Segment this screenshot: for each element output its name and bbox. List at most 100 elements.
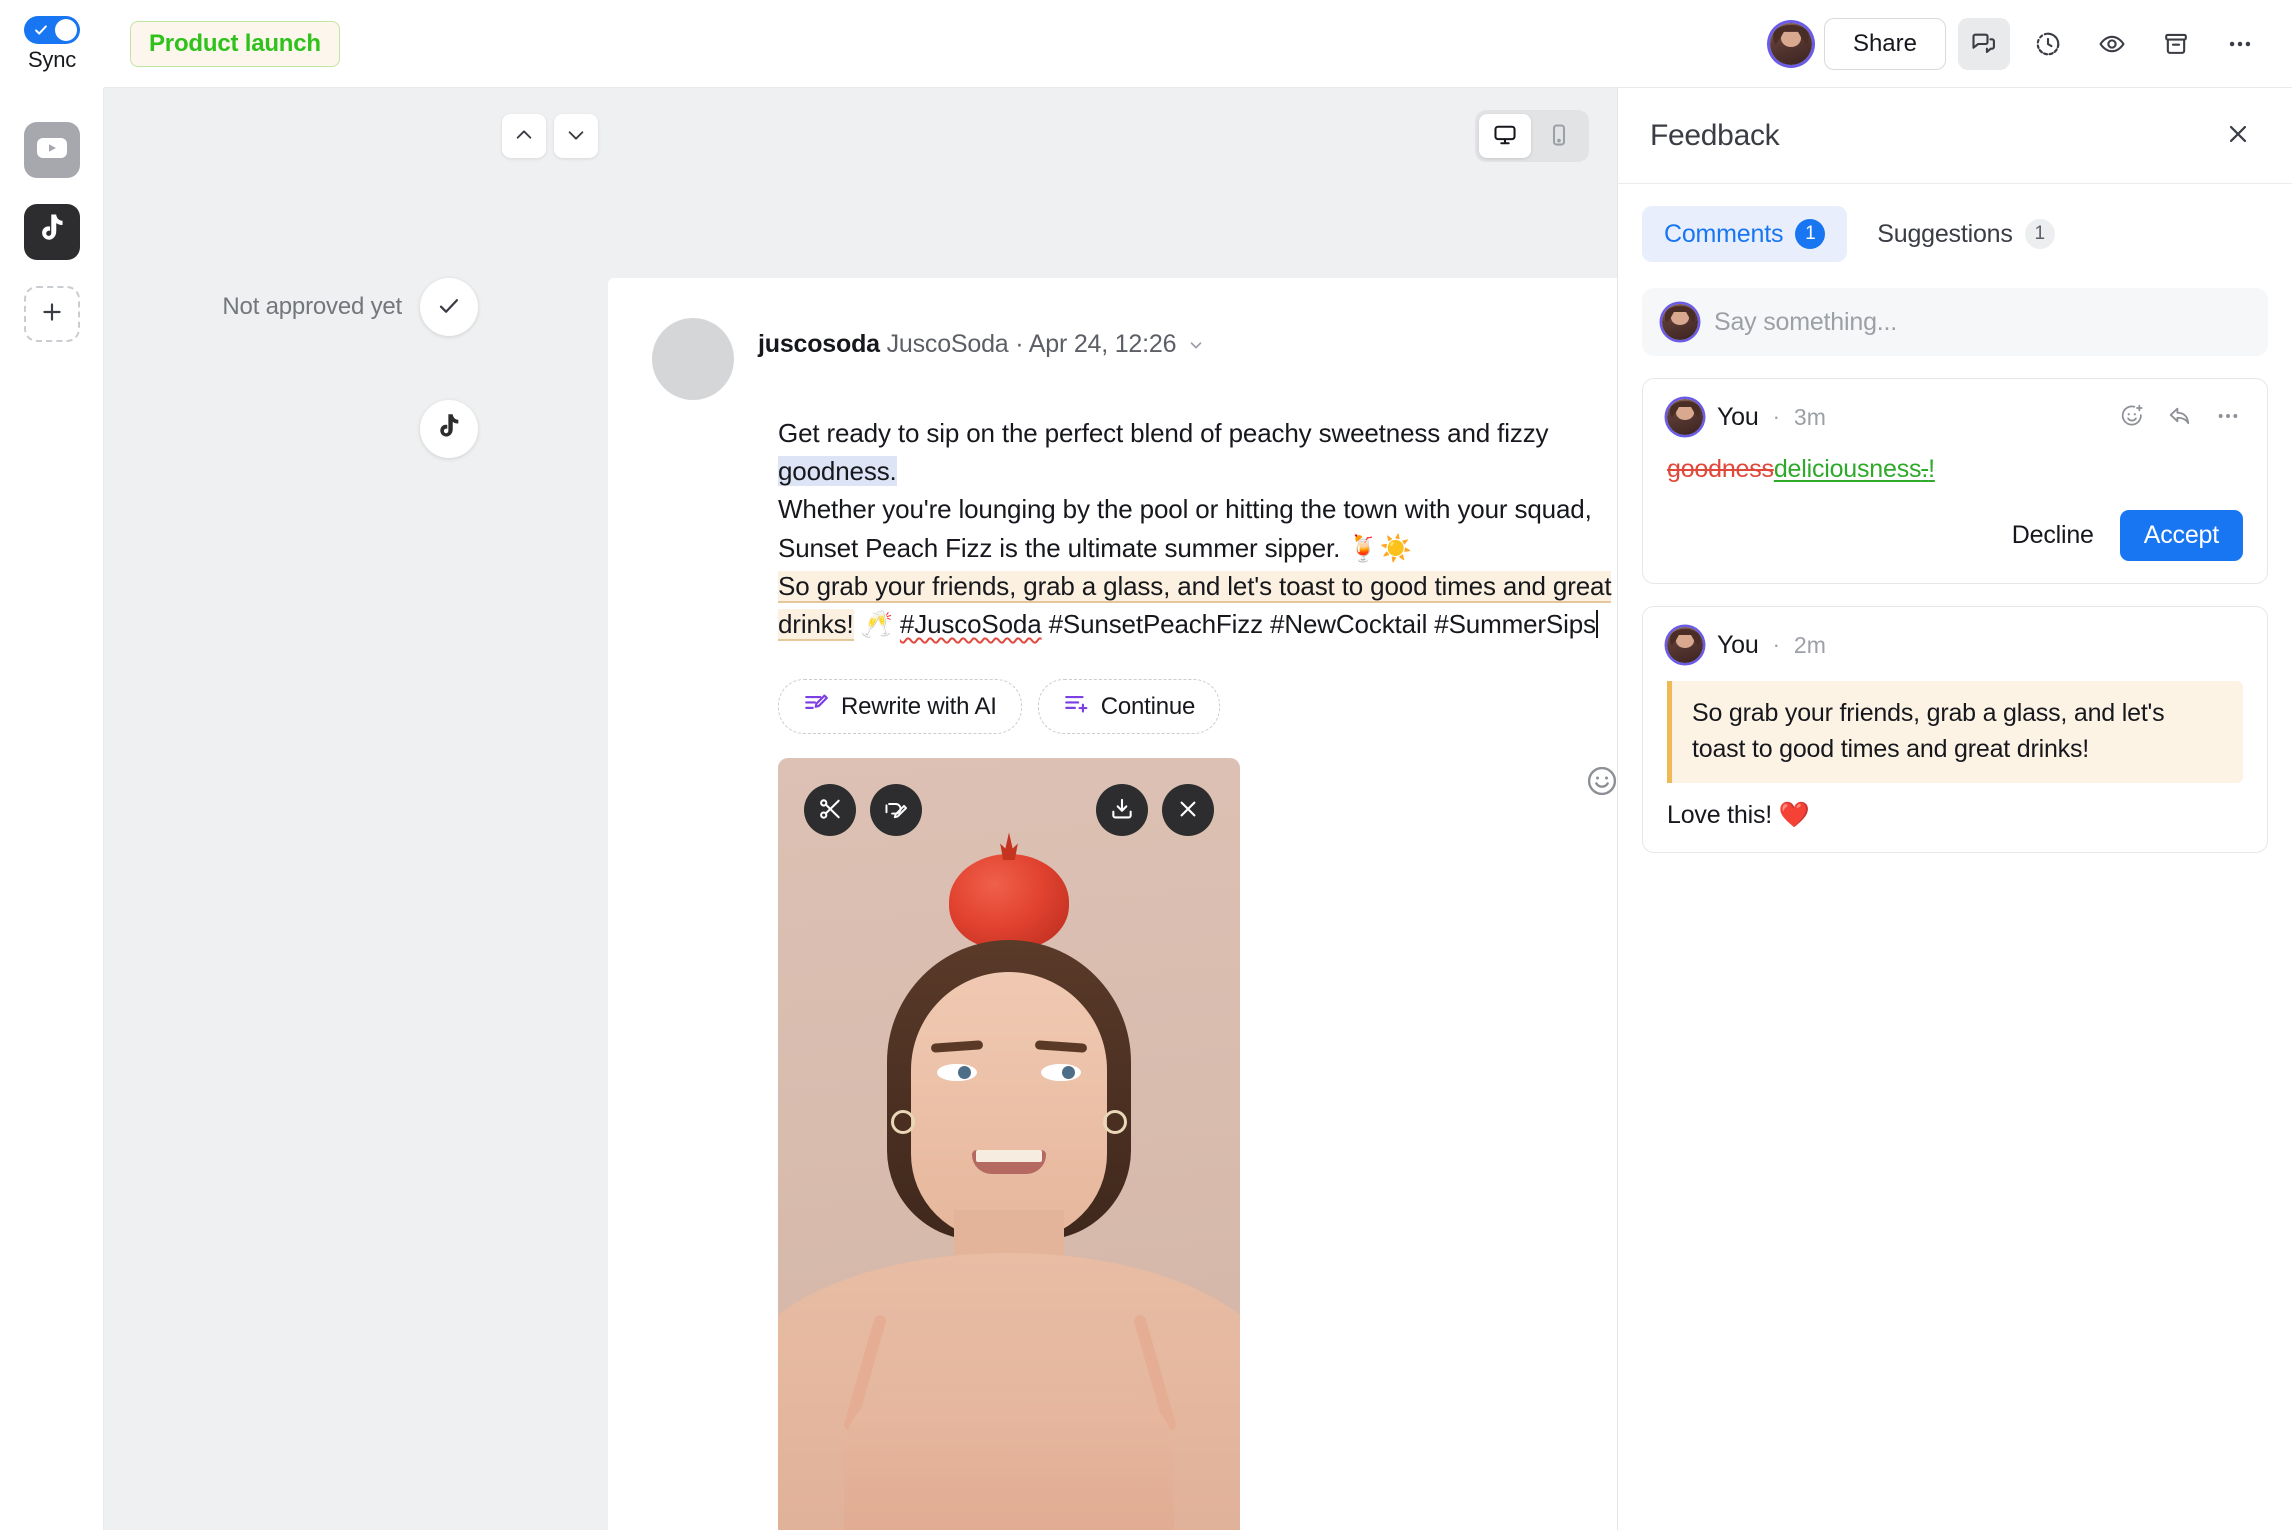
- feedback-tabs: Comments 1 Suggestions 1: [1618, 184, 2292, 262]
- previous-post-button[interactable]: [502, 114, 546, 158]
- topbar-actions: Share: [1769, 17, 2292, 70]
- post-hashtag-juscosoda: #JuscoSoda: [899, 609, 1042, 640]
- sync-toggle[interactable]: [24, 15, 80, 44]
- post-emoji-cheers: 🥂: [853, 609, 900, 640]
- accept-button[interactable]: Accept: [2119, 510, 2243, 561]
- check-icon: [436, 293, 462, 322]
- sidebar-item-tiktok[interactable]: [23, 204, 80, 260]
- crop-scissors-icon: [817, 796, 843, 825]
- comment-more-button[interactable]: [2213, 401, 2243, 434]
- text-cursor: [1595, 610, 1598, 639]
- media-toolbar-left: [804, 784, 922, 837]
- mouth-shape: [972, 1150, 1046, 1175]
- comment-header: You · 3m: [1667, 399, 2243, 435]
- comment-composer[interactable]: Say something...: [1642, 288, 2268, 356]
- crop-media-button[interactable]: [804, 784, 856, 837]
- post-header: juscosoda JuscoSoda · Apr 24, 12:26: [608, 318, 1617, 400]
- media-toolbar-right: [1096, 784, 1214, 837]
- reply-button[interactable]: [2165, 401, 2195, 434]
- next-post-button[interactable]: [554, 114, 598, 158]
- comment-avatar: [1667, 627, 1703, 663]
- body-row: Not approved yet juscosoda JuscoSoda · A…: [0, 88, 2292, 1530]
- add-reaction-icon: [2119, 403, 2145, 432]
- history-icon: [2034, 30, 2062, 58]
- tank-top-shape: [844, 1391, 1174, 1530]
- comment-quoted-text: So grab your friends, grab a glass, and …: [1667, 681, 2243, 783]
- download-icon: [1109, 796, 1135, 825]
- sidebar-item-youtube[interactable]: [23, 122, 80, 178]
- rewrite-ai-icon: [803, 690, 829, 723]
- check-icon: [33, 22, 49, 43]
- edit-image-icon: [883, 796, 909, 825]
- history-button[interactable]: [2022, 18, 2074, 70]
- suggestion-diff: goodnessdeliciousness.!: [1667, 455, 2243, 484]
- post-author-avatar: [652, 318, 734, 400]
- comment-header: You · 2m: [1667, 627, 2243, 663]
- more-options-icon: [2215, 403, 2241, 432]
- add-channel-button[interactable]: [23, 286, 80, 342]
- edit-media-button[interactable]: [870, 784, 922, 837]
- more-options-button[interactable]: [2214, 18, 2266, 70]
- comment-input-placeholder: Say something...: [1714, 307, 1898, 336]
- chevron-up-icon: [513, 124, 535, 149]
- tab-comments[interactable]: Comments 1: [1642, 206, 1848, 262]
- post-date: Apr 24, 12:26: [1028, 330, 1177, 358]
- comment-timestamp: 3m: [1793, 403, 1826, 430]
- archive-button[interactable]: [2150, 18, 2202, 70]
- sync-toggle-area: Sync: [0, 0, 104, 88]
- topbar-project-area: Product launch: [104, 0, 1770, 87]
- remove-media-button[interactable]: [1162, 784, 1214, 837]
- share-button[interactable]: Share: [1823, 17, 1946, 70]
- tiktok-icon: [37, 213, 67, 252]
- desktop-icon: [1492, 122, 1518, 151]
- more-options-icon: [2226, 30, 2254, 58]
- continue-button[interactable]: Continue: [1037, 679, 1221, 735]
- comment-actions: [2117, 401, 2243, 434]
- preview-eye-icon: [2098, 30, 2126, 58]
- approval-row: Not approved yet: [104, 278, 502, 336]
- pomegranate-shape: [949, 854, 1069, 951]
- comments-toggle-button[interactable]: [1958, 17, 2010, 70]
- device-mobile-button[interactable]: [1533, 114, 1585, 158]
- comment-card-quote: You · 2m So grab your friends, grab a gl…: [1642, 606, 2268, 853]
- add-reaction-button[interactable]: [2117, 401, 2147, 434]
- project-chip[interactable]: Product launch: [130, 20, 340, 67]
- preview-button[interactable]: [2086, 18, 2138, 70]
- page-title: Feedback: [1650, 118, 1780, 152]
- composer-avatar: [1662, 304, 1698, 340]
- approval-status-label: Not approved yet: [222, 293, 402, 320]
- comment-author: You: [1717, 402, 1759, 431]
- suggestion-highlight-goodness[interactable]: goodness.: [778, 456, 897, 487]
- user-avatar[interactable]: [1769, 22, 1812, 65]
- post-meta: juscosoda JuscoSoda · Apr 24, 12:26: [758, 318, 1205, 400]
- tab-suggestions-label: Suggestions: [1877, 219, 2013, 248]
- post-media[interactable]: [778, 758, 1240, 1530]
- suggestion-buttons: Decline Accept: [1667, 510, 2243, 561]
- post-text-editor[interactable]: Get ready to sip on the perfect blend of…: [608, 400, 1617, 643]
- left-rail: [0, 88, 104, 1530]
- post-nav-buttons: [502, 114, 598, 158]
- download-media-button[interactable]: [1096, 784, 1148, 837]
- top-bar: Product launch Share: [0, 0, 2292, 88]
- tab-comments-label: Comments: [1664, 219, 1784, 248]
- rewrite-with-ai-button[interactable]: Rewrite with AI: [778, 679, 1022, 735]
- sync-toggle-knob: [55, 18, 77, 41]
- decline-button[interactable]: Decline: [2006, 511, 2100, 560]
- rail-items: [23, 122, 80, 342]
- tab-suggestions[interactable]: Suggestions 1: [1855, 206, 2076, 262]
- comment-separator: ·: [1772, 404, 1780, 429]
- chevron-down-icon[interactable]: [1187, 332, 1205, 361]
- comment-timestamp: 2m: [1793, 631, 1826, 658]
- reply-icon: [2167, 403, 2193, 432]
- close-panel-button[interactable]: [2216, 114, 2260, 158]
- feedback-panel-header: Feedback: [1618, 88, 2292, 184]
- device-preview-toggle: [1475, 110, 1589, 162]
- comment-body: Love this! ❤️: [1667, 801, 1810, 829]
- ai-assist-row: Rewrite with AI Continue: [608, 643, 1617, 735]
- approve-button[interactable]: [420, 278, 478, 336]
- post-line-1a: Get ready to sip on the perfect blend of…: [778, 418, 1549, 448]
- continue-ai-icon: [1063, 690, 1089, 723]
- platform-tiktok-button[interactable]: [420, 400, 478, 458]
- device-desktop-button[interactable]: [1479, 114, 1531, 158]
- add-reaction-button[interactable]: [1578, 758, 1617, 806]
